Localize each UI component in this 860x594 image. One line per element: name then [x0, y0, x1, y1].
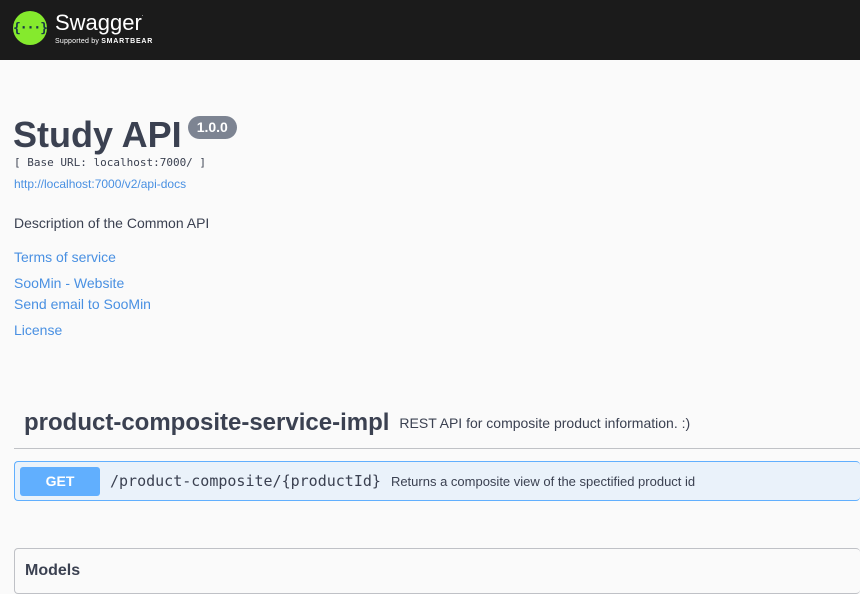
api-description: Description of the Common API [14, 215, 210, 231]
get-operation-block[interactable]: GET /product-composite/{productId} Retur… [14, 461, 860, 501]
models-section[interactable]: Models [14, 548, 860, 594]
terms-of-service-link[interactable]: Terms of service [14, 249, 116, 265]
tag-name[interactable]: product-composite-service-impl [24, 409, 389, 437]
base-url: [ Base URL: localhost:7000/ ] [14, 156, 207, 169]
get-method-badge[interactable]: GET [20, 466, 100, 496]
logo-subtitle: Supported by SMARTBEAR [55, 37, 154, 45]
license-link[interactable]: License [14, 322, 62, 338]
contact-email-link[interactable]: Send email to SooMin [14, 296, 151, 312]
api-docs-link[interactable]: http://localhost:7000/v2/api-docs [14, 177, 186, 191]
swagger-logo[interactable]: {···} Swagger. Supported by SMARTBEAR [13, 11, 153, 45]
tag-section-header[interactable]: product-composite-service-impl REST API … [14, 398, 860, 449]
api-title-text: Study API [13, 114, 182, 155]
models-title[interactable]: Models [25, 562, 80, 580]
logo-name: Swagger. [55, 9, 144, 35]
tag-description: REST API for composite product informati… [399, 415, 691, 431]
contact-website-link[interactable]: SooMin - Website [14, 275, 124, 291]
version-badge: 1.0.0 [187, 116, 237, 139]
logo-text: Swagger. Supported by SMARTBEAR [55, 9, 154, 45]
api-title: Study API 1.0.0 [13, 114, 237, 156]
topbar: {···} Swagger. Supported by SMARTBEAR [0, 0, 860, 60]
swagger-logo-icon: {···} [13, 11, 48, 45]
operation-path[interactable]: /product-composite/{productId} [110, 472, 381, 490]
operation-summary: Returns a composite view of the spectifi… [390, 473, 696, 489]
